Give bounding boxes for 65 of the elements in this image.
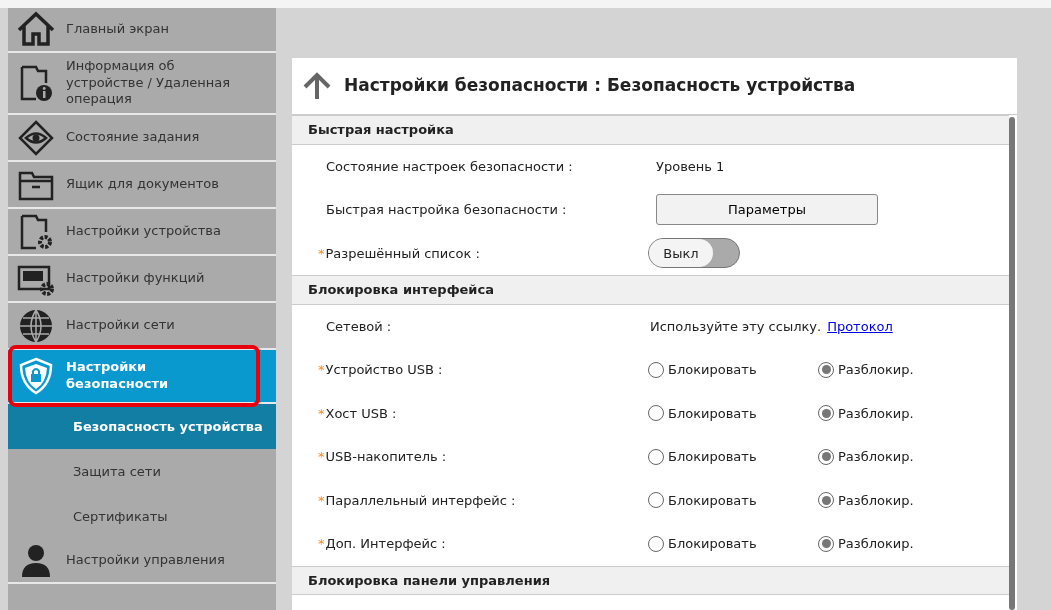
field-label: Хост USB : (325, 405, 397, 421)
radio-button[interactable] (818, 448, 834, 465)
radio-label: Блокировать (668, 448, 757, 466)
sidebar-item[interactable]: Настройки функций (8, 256, 276, 303)
required-marker: * (318, 244, 325, 263)
sidebar-item[interactable]: Информация об устройстве / Удаленная операция (8, 53, 276, 115)
up-arrow-icon[interactable] (302, 72, 332, 100)
radio-label: Разблокир. (838, 491, 914, 510)
radio-button[interactable] (648, 405, 664, 422)
sidebar-label: Настройки устройства (66, 223, 221, 240)
radio-label: Блокировать (668, 361, 757, 379)
field-label: Состояние настроек безопасности : (326, 158, 573, 174)
radio-label: Блокировать (668, 404, 757, 423)
radio-button[interactable] (648, 492, 664, 509)
sidebar-label: Настройки сети (66, 317, 175, 334)
required-marker: * (318, 404, 325, 423)
section-header: Блокировка панели управления (292, 565, 1009, 595)
radio-label: Разблокир. (838, 535, 914, 553)
sidebar-label: Главный экран (66, 21, 169, 38)
field-label: Сетевой : (326, 318, 392, 334)
section-header: Блокировка интерфейса (292, 275, 1009, 305)
radio-label: Разблокир. (838, 361, 914, 379)
radio-label: Разблокир. (838, 448, 914, 466)
sidebar-label: Настройки безопасности (66, 359, 170, 393)
scrollbar[interactable] (1009, 117, 1015, 610)
required-marker: * (318, 448, 325, 466)
toggle-switch[interactable]: Выкл (648, 238, 740, 269)
sidebar-label: Информация об устройстве / Удаленная операция (66, 57, 232, 109)
radio-button[interactable] (648, 448, 664, 465)
field-label: Устройство USB : (325, 362, 443, 377)
sidebar-subitem[interactable]: Защита сети (8, 449, 276, 494)
radio-button[interactable] (818, 492, 834, 509)
radio-label: Разблокир. (838, 404, 914, 423)
sidebar-label: Настройки функций (66, 270, 205, 287)
page-title: Настройки безопасности : Безопасность устройства (344, 74, 856, 98)
required-marker: * (318, 361, 325, 379)
protocol-link[interactable]: Протокол (827, 316, 893, 336)
radio-button[interactable] (818, 361, 834, 378)
radio-label: Блокировать (668, 535, 757, 553)
field-label: Доп. Интерфейс : (325, 536, 446, 551)
sidebar-subitem[interactable]: Сертификаты (8, 494, 276, 539)
sidebar-label: Ящик для документов (66, 176, 219, 193)
radio-button[interactable] (818, 405, 834, 422)
field-label: USB-накопитель : (325, 449, 447, 464)
sidebar-item[interactable]: Настройки управления (8, 539, 276, 584)
sidebar-item[interactable]: Ящик для документов (8, 162, 276, 209)
sidebar-item[interactable]: Главный экран (8, 8, 276, 53)
field-label: Быстрая настройка безопасности : (326, 202, 567, 217)
sidebar-item[interactable]: Состояние задания (8, 115, 276, 162)
radio-button[interactable] (818, 535, 834, 552)
sidebar-item[interactable]: Настройки устройства (8, 209, 276, 256)
sidebar-label: Настройки управления (66, 552, 225, 569)
field-label: Параллельный интерфейс : (325, 492, 516, 508)
field-value: Используйте эту ссылку. (650, 317, 822, 336)
radio-label: Блокировать (668, 491, 757, 510)
sidebar-label: Состояние задания (66, 129, 200, 146)
required-marker: * (318, 491, 325, 510)
radio-button[interactable] (648, 535, 664, 552)
required-marker: * (318, 535, 325, 553)
section-header: Быстрая настройка (292, 115, 1009, 145)
radio-button[interactable] (648, 361, 664, 378)
sidebar-subitem[interactable]: Безопасность устройства (8, 404, 276, 449)
field-value: Уровень 1 (656, 157, 725, 176)
settings-button[interactable]: Параметры (656, 194, 878, 226)
field-label: Разрешённый список : (325, 245, 480, 261)
